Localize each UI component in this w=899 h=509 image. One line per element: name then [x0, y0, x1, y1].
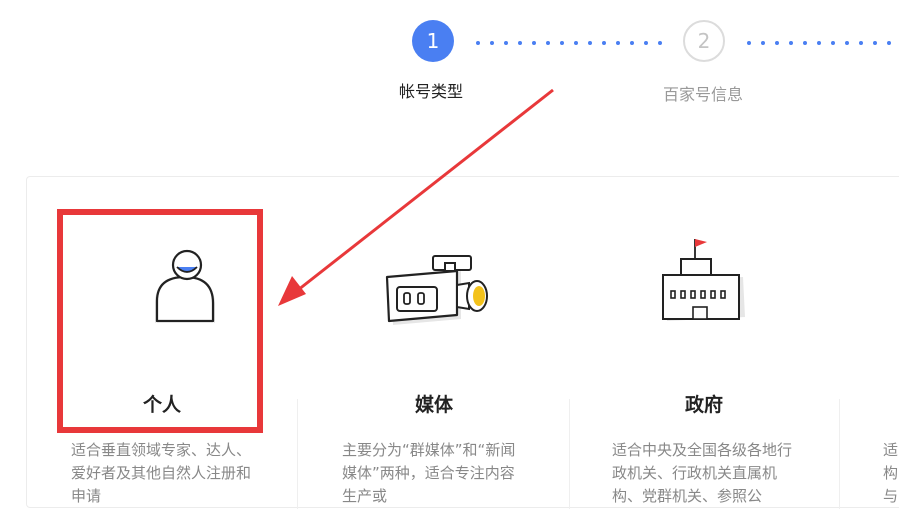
annotation-arrow: [278, 88, 554, 306]
